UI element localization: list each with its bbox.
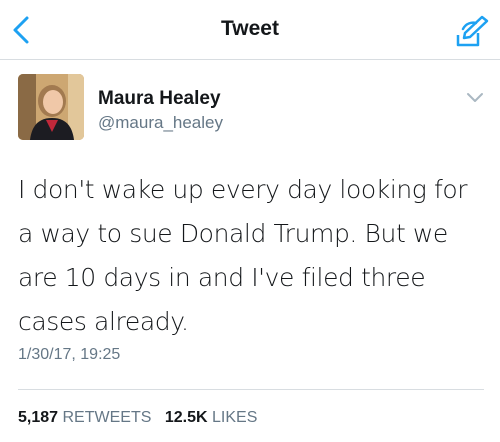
- compose-tweet-icon: [456, 15, 489, 47]
- author-handle[interactable]: @maura_healey: [98, 113, 223, 133]
- profile-photo: [18, 74, 84, 140]
- retweets-label: RETWEETS: [62, 409, 152, 426]
- author-name[interactable]: Maura Healey: [98, 88, 221, 110]
- retweets-stat[interactable]: 5,187 RETWEETS: [18, 409, 151, 426]
- tweet-stats: 5,187 RETWEETS 12.5K LIKES: [18, 409, 266, 427]
- divider: [18, 389, 484, 390]
- navigation-bar: Tweet: [0, 0, 500, 60]
- chevron-down-icon: [467, 93, 483, 102]
- retweets-count: 5,187: [18, 409, 59, 426]
- likes-count: 12.5K: [164, 409, 208, 426]
- likes-label: LIKES: [212, 409, 258, 426]
- likes-stat[interactable]: 12.5K LIKES: [165, 409, 258, 426]
- compose-tweet-button[interactable]: [454, 13, 490, 49]
- tweet-menu-button[interactable]: [466, 90, 484, 104]
- tweet-text: I don't wake up every day looking for a …: [18, 175, 468, 336]
- tweet-timestamp: 1/30/17, 19:25: [18, 346, 121, 363]
- avatar[interactable]: [18, 74, 84, 140]
- page-title: Tweet: [221, 17, 279, 40]
